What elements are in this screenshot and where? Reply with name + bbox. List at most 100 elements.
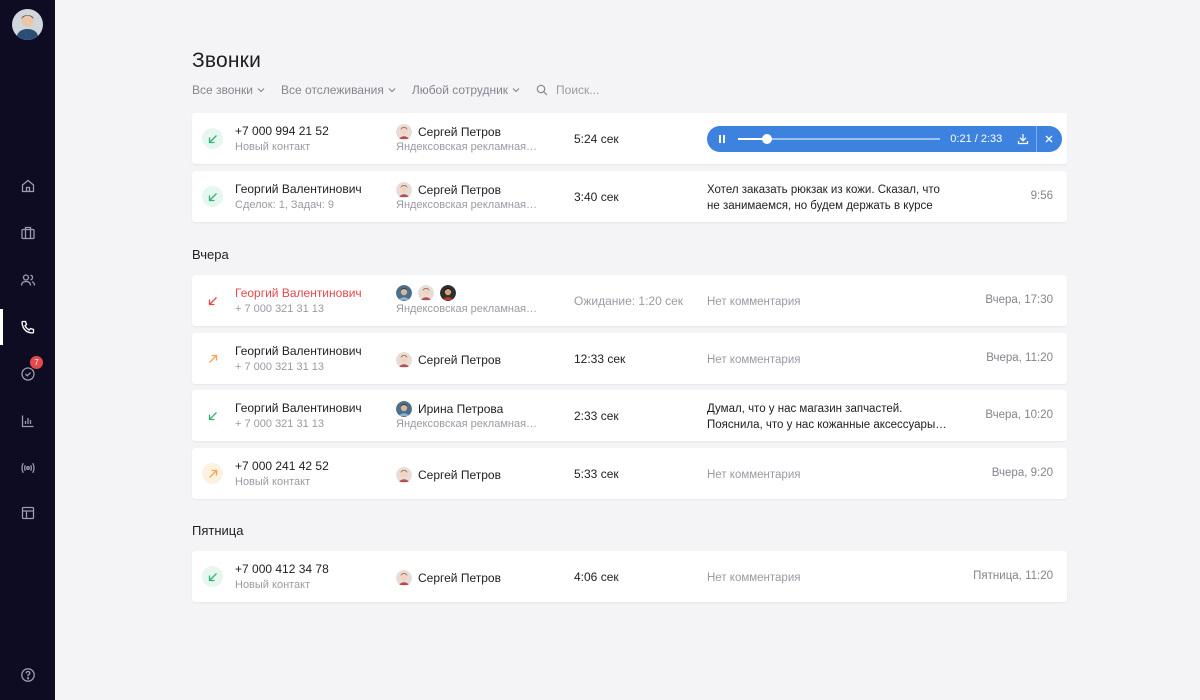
nav-tasks[interactable]: 7 <box>0 356 55 386</box>
incoming-call-icon <box>202 128 223 149</box>
playback-slider[interactable] <box>738 134 941 144</box>
nav-calls[interactable] <box>0 309 55 345</box>
agent-avatar <box>396 182 412 198</box>
filter-employee-label: Любой сотрудник <box>411 82 509 97</box>
contact-sub: + 7 000 321 31 13 <box>235 361 324 373</box>
call-time: Вчера, 17:30 <box>985 294 1053 306</box>
contact-sub: Новый контакт <box>235 579 311 591</box>
broadcast-icon <box>20 462 35 474</box>
call-comment: Нет комментария <box>707 572 801 584</box>
agent: Сергей Петров <box>396 352 501 368</box>
sidebar: 7 <box>0 0 55 700</box>
call-row[interactable]: Георгий Валентинович + 7 000 321 31 13 Я… <box>192 275 1067 326</box>
tasks-badge: 7 <box>30 356 43 369</box>
contact-name[interactable]: Георгий Валентинович <box>235 286 362 300</box>
download-icon <box>1017 134 1029 145</box>
agent-name: Сергей Петров <box>418 468 501 482</box>
incoming-call-icon <box>202 405 223 426</box>
call-row[interactable]: Георгий Валентинович Сделок: 1, Задач: 9… <box>192 171 1067 222</box>
contact-name[interactable]: Георгий Валентинович <box>235 401 362 415</box>
contact-sub: Сделок: 1, Задач: 9 <box>235 199 334 211</box>
call-duration: 4:06 сек <box>574 570 619 584</box>
search-icon <box>536 84 548 95</box>
contact-name[interactable]: +7 000 412 34 78 <box>235 562 329 576</box>
search-input[interactable]: Поиск... <box>536 83 599 97</box>
agent-name: Ирина Петрова <box>418 402 504 416</box>
download-button[interactable] <box>1010 126 1035 152</box>
agent-name: Сергей Петров <box>418 125 501 139</box>
users-icon <box>20 274 35 286</box>
agent-name: Сергей Петров <box>418 353 501 367</box>
playback-time: 0:21 / 2:33 <box>950 133 1003 145</box>
call-duration: 2:33 сек <box>574 409 619 423</box>
contact-name[interactable]: Георгий Валентинович <box>235 344 362 358</box>
contact-name[interactable]: +7 000 994 21 52 <box>235 124 329 138</box>
call-comment: Хотел заказать рюкзак из кожи. Сказал, ч… <box>707 182 957 214</box>
agent-avatar <box>396 285 412 301</box>
bar-chart-icon <box>21 415 33 428</box>
agent-avatar <box>418 285 434 301</box>
pause-icon <box>718 135 725 143</box>
phone-icon <box>20 320 34 334</box>
call-comment: Нет комментария <box>707 296 801 308</box>
call-duration: 3:40 сек <box>574 190 619 204</box>
incoming-call-icon <box>202 566 223 587</box>
chevron-down-icon <box>257 87 265 92</box>
audio-player: 0:21 / 2:33 <box>707 126 1062 152</box>
filter-calls[interactable]: Все звонки <box>192 83 265 97</box>
agent-name: Сергей Петров <box>418 183 501 197</box>
section-title-friday: Пятница <box>192 523 244 538</box>
nav-home[interactable] <box>0 174 55 198</box>
call-duration: Ожидание: 1:20 сек <box>574 294 684 308</box>
call-duration: 5:33 сек <box>574 467 619 481</box>
call-time: Пятница, 11:20 <box>973 570 1053 582</box>
close-player-button[interactable] <box>1037 126 1062 152</box>
incoming-call-icon <box>202 186 223 207</box>
agent-avatars <box>396 285 462 301</box>
nav-help[interactable] <box>0 663 55 687</box>
call-time: Вчера, 10:20 <box>985 409 1053 421</box>
call-row[interactable]: +7 000 241 42 52 Новый контакт Сергей Пе… <box>192 448 1067 499</box>
call-row[interactable]: Георгий Валентинович + 7 000 321 31 13 И… <box>192 390 1067 441</box>
chevron-down-icon <box>512 87 520 92</box>
nav-layout[interactable] <box>0 501 55 525</box>
call-comment: Нет комментария <box>707 469 801 481</box>
call-row[interactable]: +7 000 412 34 78 Новый контакт Сергей Пе… <box>192 551 1067 602</box>
agent-avatar <box>396 352 412 368</box>
agent-name: Сергей Петров <box>418 571 501 585</box>
nav-deals[interactable] <box>0 221 55 245</box>
call-row[interactable]: +7 000 994 21 52 Новый контакт Сергей Пе… <box>192 113 1067 164</box>
section-title-yesterday: Вчера <box>192 247 229 262</box>
agent: Ирина Петрова <box>396 401 503 417</box>
call-duration: 12:33 сек <box>574 352 626 366</box>
playback-knob[interactable] <box>761 134 772 144</box>
nav-contacts[interactable] <box>0 268 55 292</box>
agent: Сергей Петров <box>396 182 501 198</box>
filter-calls-label: Все звонки <box>192 82 254 97</box>
filter-bar: Все звонки Все отслеживания Любой сотруд… <box>192 82 599 97</box>
call-duration: 5:24 сек <box>574 132 619 146</box>
filter-employee[interactable]: Любой сотрудник <box>412 83 520 97</box>
call-time: 9:56 <box>1030 190 1053 202</box>
filter-tracking[interactable]: Все отслеживания <box>281 83 396 97</box>
comment-line: Хотел заказать рюкзак из кожи. Сказал, ч… <box>707 184 940 196</box>
agent-avatar <box>396 124 412 140</box>
call-time: Вчера, 9:20 <box>991 467 1053 479</box>
nav-analytics[interactable] <box>0 409 55 433</box>
agent-avatar <box>396 570 412 586</box>
outgoing-call-icon <box>202 348 223 369</box>
pause-button[interactable] <box>707 126 736 152</box>
agent-avatar <box>396 401 412 417</box>
call-row[interactable]: Георгий Валентинович + 7 000 321 31 13 С… <box>192 333 1067 384</box>
user-avatar[interactable] <box>12 9 43 40</box>
contact-sub: + 7 000 321 31 13 <box>235 418 324 430</box>
contact-name[interactable]: +7 000 241 42 52 <box>235 459 329 473</box>
contact-name[interactable]: Георгий Валентинович <box>235 182 362 196</box>
search-placeholder: Поиск... <box>556 82 600 97</box>
agent-avatar <box>396 467 412 483</box>
contact-sub: + 7 000 321 31 13 <box>235 303 324 315</box>
home-icon <box>21 179 34 193</box>
close-icon <box>1045 135 1053 143</box>
contact-sub: Новый контакт <box>235 476 311 488</box>
nav-broadcast[interactable] <box>0 456 55 480</box>
